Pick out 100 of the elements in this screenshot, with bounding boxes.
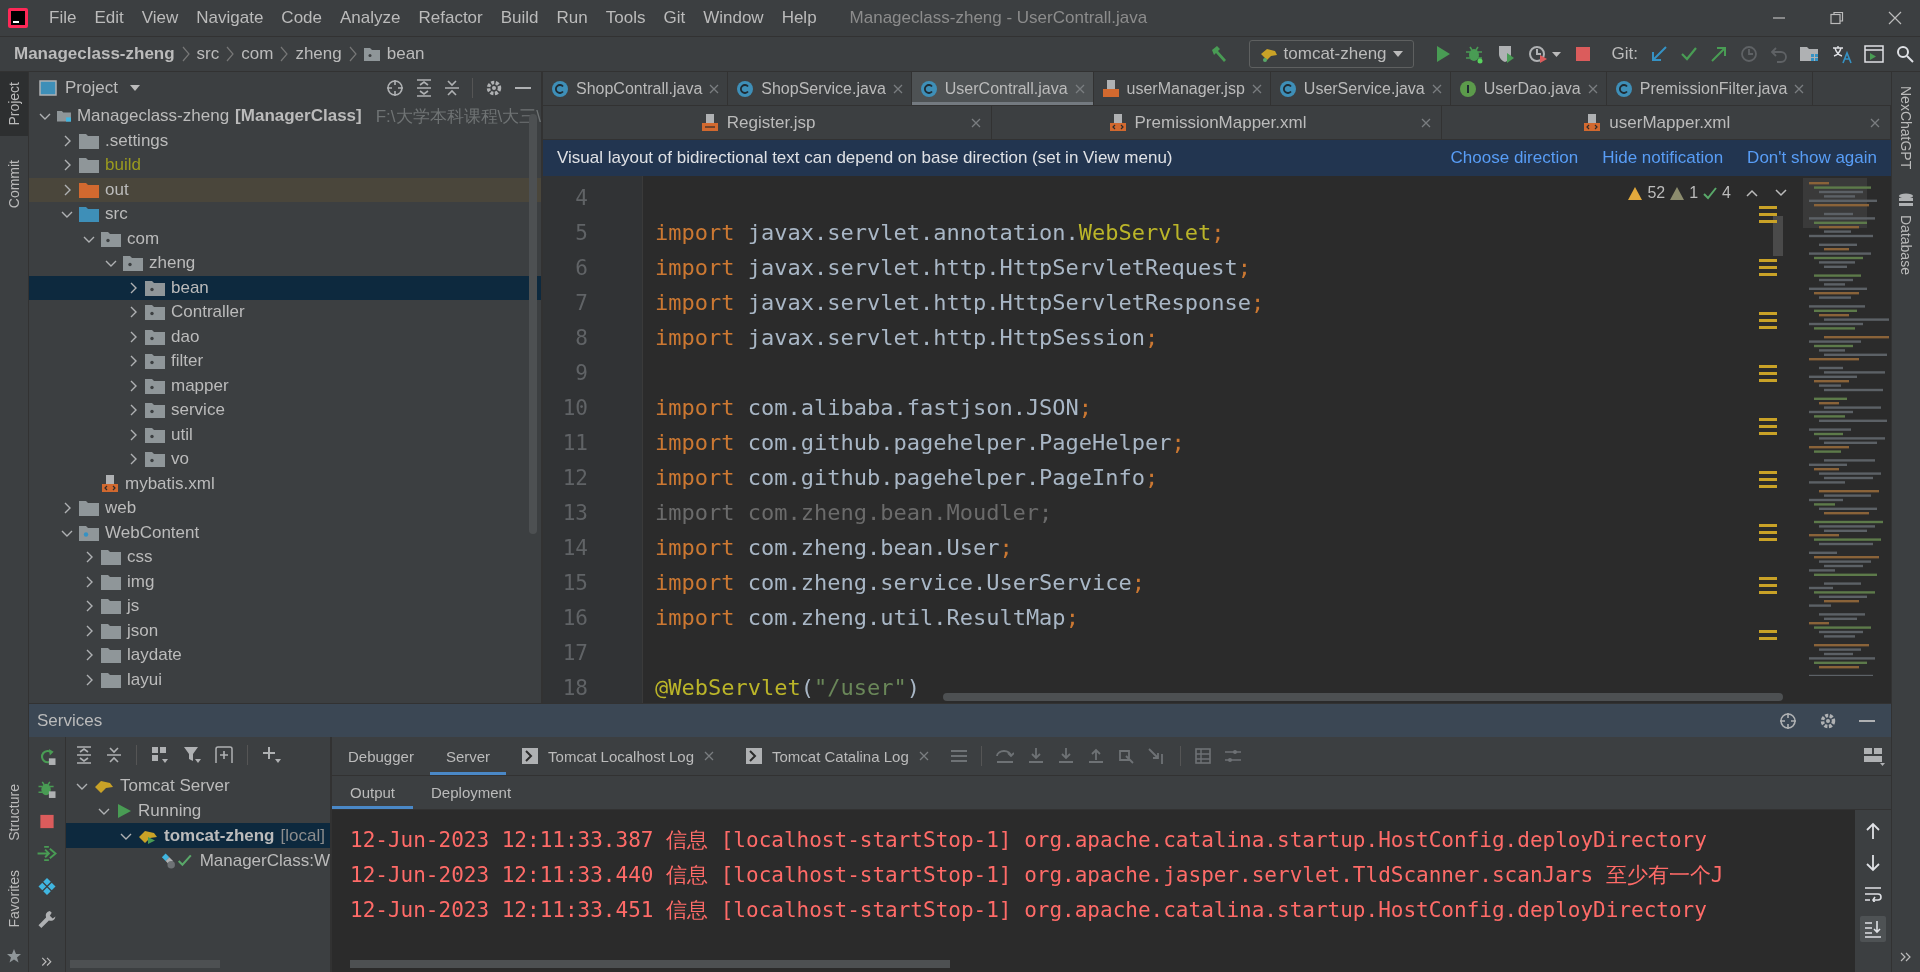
menu-item[interactable]: View (132, 8, 188, 28)
stop-icon[interactable] (1573, 45, 1592, 63)
collapse-all-icon[interactable] (106, 746, 122, 764)
diamond-icon[interactable] (37, 876, 57, 896)
menu-item[interactable]: Refactor (409, 8, 492, 28)
profiler-icon[interactable] (1527, 44, 1562, 64)
close-icon[interactable] (1431, 83, 1442, 94)
close-icon[interactable] (918, 751, 929, 761)
chevron-up-icon[interactable] (1746, 189, 1758, 197)
menu-item[interactable]: Navigate (187, 8, 273, 28)
close-icon[interactable] (704, 751, 714, 761)
tab[interactable]: Server (429, 737, 507, 775)
close-icon[interactable] (1888, 11, 1902, 25)
translate-icon[interactable] (1832, 44, 1852, 64)
tree-item[interactable]: build (29, 153, 541, 178)
tool-window-tab[interactable]: Structure (0, 773, 28, 851)
notification-link[interactable]: Don't show again (1747, 148, 1877, 168)
arrow-down-icon[interactable] (1865, 854, 1881, 872)
tool-window-tab[interactable]: Favorites (0, 860, 28, 938)
soft-wrap-icon[interactable] (1864, 886, 1882, 902)
settings-icon[interactable] (1819, 711, 1837, 730)
chevron-down-icon[interactable] (1775, 189, 1787, 197)
editor-tab[interactable]: userManager.jsp (1093, 72, 1271, 105)
panel-title[interactable]: Project (65, 78, 118, 98)
group-icon[interactable] (151, 746, 169, 764)
scroll-to-end-icon[interactable] (1860, 916, 1886, 942)
editor-tab[interactable]: ShopContrall.java (543, 72, 729, 105)
tree-item[interactable]: src (29, 202, 541, 227)
tab[interactable]: Output (332, 776, 414, 809)
double-chevron-icon[interactable] (1900, 952, 1912, 962)
notification-link[interactable]: Hide notification (1602, 148, 1724, 168)
tree-item[interactable]: img (29, 569, 541, 594)
tree-item[interactable]: Running (66, 798, 330, 823)
breadcrumb-item[interactable]: bean (386, 44, 425, 64)
editor-tab[interactable]: UserDao.java (1450, 72, 1607, 105)
notification-link[interactable]: Choose direction (1450, 148, 1579, 168)
tool-window-tab[interactable]: Project (0, 72, 28, 136)
editor-tab[interactable]: UserContrall.java (911, 72, 1094, 105)
tree-item[interactable]: zheng (29, 251, 541, 276)
bug-icon[interactable] (1463, 44, 1484, 64)
tree-item[interactable]: web (29, 496, 541, 521)
collapse-all-icon[interactable] (444, 79, 460, 97)
tree-item[interactable]: css (29, 545, 541, 570)
menu-item[interactable]: Code (272, 8, 331, 28)
inspection-widget[interactable]: 52 1 4 (1628, 184, 1787, 202)
tool-window-tab[interactable]: Commit (0, 149, 28, 218)
crosshair-icon[interactable] (386, 79, 404, 97)
caret-icon[interactable] (129, 85, 140, 91)
restore-icon[interactable] (1830, 11, 1844, 25)
tool-window-tab[interactable]: Database (1892, 189, 1920, 280)
terminal-icon[interactable] (1864, 45, 1884, 63)
tree-item[interactable]: filter (29, 349, 541, 374)
tree-item[interactable]: json (29, 618, 541, 643)
tree-item[interactable]: laydate (29, 643, 541, 668)
double-chevron-icon[interactable] (41, 956, 53, 966)
arrow-up-icon[interactable] (1865, 822, 1881, 840)
tree-item[interactable]: vo (29, 447, 541, 472)
menu-item[interactable]: Edit (85, 8, 133, 28)
menu-item[interactable]: Git (654, 8, 695, 28)
menu-item[interactable]: File (40, 8, 86, 28)
scrollbar[interactable] (943, 693, 1783, 701)
new-group-icon[interactable] (215, 746, 233, 764)
breadcrumb-item[interactable]: zheng (295, 44, 342, 64)
close-icon[interactable] (971, 117, 982, 128)
close-icon[interactable] (1794, 83, 1805, 94)
search-icon[interactable] (1896, 45, 1914, 63)
editor-tab[interactable]: userMapper.xml (1441, 106, 1891, 139)
folder-grid-icon[interactable] (1800, 45, 1820, 63)
tree-item[interactable]: service (29, 398, 541, 423)
tree-item[interactable]: mybatis.xml (29, 471, 541, 496)
tree-item[interactable]: WebContent (29, 520, 541, 545)
editor-tab[interactable]: UserService.java (1270, 72, 1451, 105)
menu-item[interactable]: Analyze (331, 8, 410, 28)
expand-all-icon[interactable] (76, 746, 92, 764)
close-icon[interactable] (709, 83, 720, 94)
bug-icon[interactable] (37, 779, 57, 799)
crosshair-icon[interactable] (1779, 711, 1797, 730)
tree-item[interactable]: Tomcat Server (66, 773, 330, 798)
expand-all-icon[interactable] (416, 79, 432, 97)
close-icon[interactable] (892, 83, 903, 94)
layout-icon[interactable] (1863, 746, 1885, 766)
tree-item[interactable]: util (29, 422, 541, 447)
tab[interactable]: Deployment (413, 776, 530, 809)
close-icon[interactable] (1587, 83, 1598, 94)
menu-item[interactable]: Run (547, 8, 597, 28)
breadcrumb-item[interactable]: com (241, 44, 274, 64)
tree-item[interactable]: tomcat-zheng [local] (66, 823, 330, 848)
tab[interactable]: Debugger (332, 737, 430, 775)
stop-icon[interactable] (38, 812, 56, 830)
tool-window-tab[interactable]: NexChatGPT (1892, 82, 1920, 174)
menu-item[interactable]: Tools (596, 8, 655, 28)
editor-tab[interactable]: PremissionMapper.xml (992, 106, 1442, 139)
add-icon[interactable] (262, 746, 282, 764)
scrollbar[interactable] (350, 960, 950, 968)
deploy-icon[interactable] (36, 843, 58, 863)
wrench-icon[interactable] (37, 909, 57, 929)
tree-item[interactable]: out (29, 177, 541, 202)
tab[interactable]: Tomcat Localhost Log (506, 737, 730, 775)
editor-tab[interactable]: PremissionFilter.java (1606, 72, 1814, 105)
tree-item[interactable]: bean (29, 275, 541, 300)
